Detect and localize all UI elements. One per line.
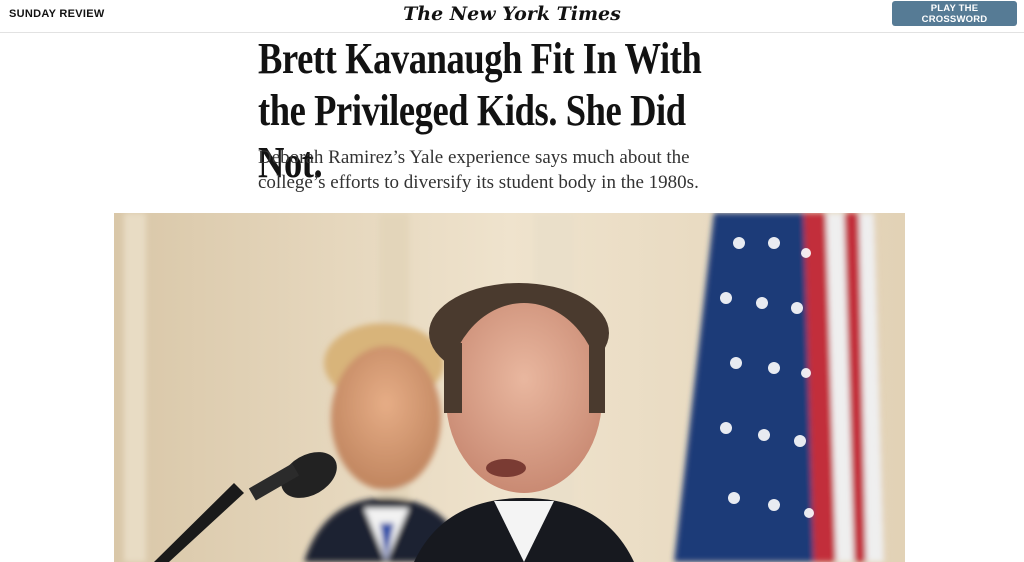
- top-bar: SUNDAY REVIEW The New York Times PLAY TH…: [0, 0, 1024, 33]
- lead-photo: [114, 213, 905, 562]
- article-summary: Deborah Ramirez’s Yale experience says m…: [258, 147, 699, 193]
- lead-photo-illustration: [114, 213, 905, 562]
- nyt-logo[interactable]: The New York Times: [0, 3, 1024, 25]
- play-crossword-button[interactable]: PLAY THE CROSSWORD: [892, 1, 1017, 26]
